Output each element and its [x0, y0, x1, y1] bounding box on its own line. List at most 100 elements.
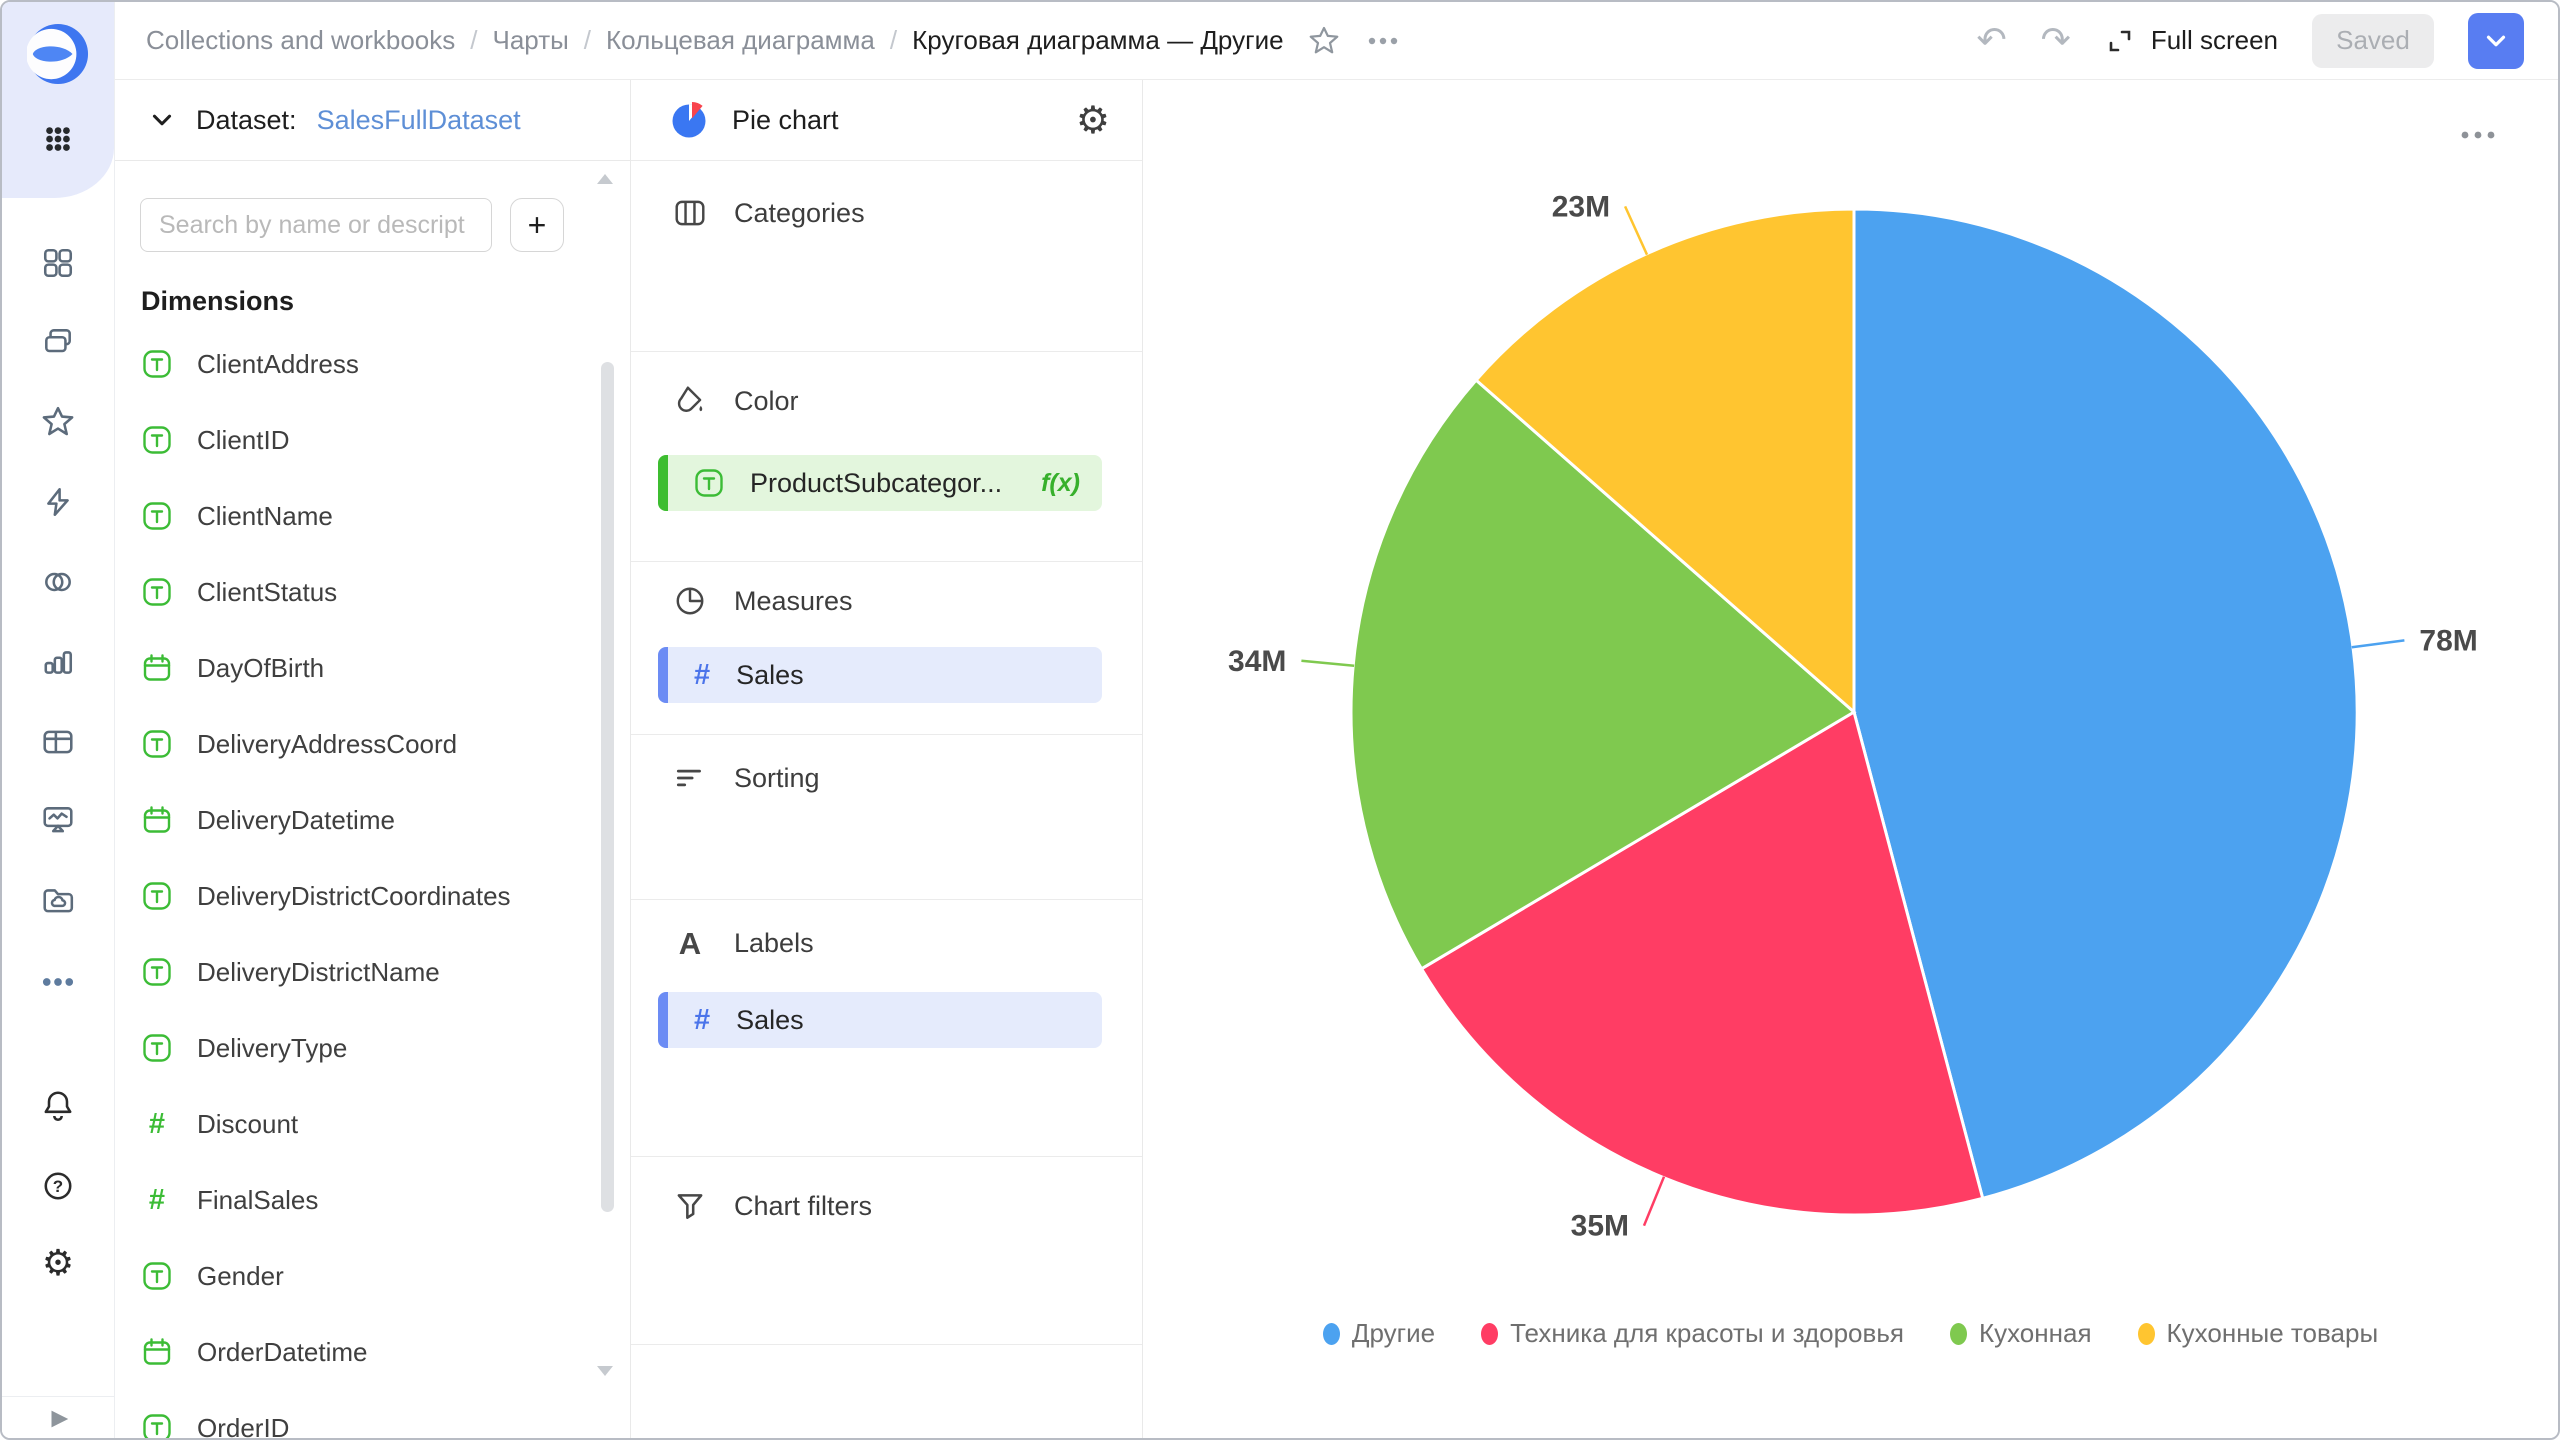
- venn-circles-icon: [45, 572, 71, 592]
- list-item[interactable]: OrderDatetime: [114, 1314, 610, 1390]
- field-name: Discount: [197, 1108, 299, 1139]
- add-field-button[interactable]: +: [510, 198, 564, 252]
- list-item[interactable]: # FinalSales: [114, 1162, 610, 1238]
- number-field-icon: #: [694, 658, 711, 691]
- section-labels-header: A Labels: [630, 900, 1142, 959]
- legend-dot: [2137, 1322, 2155, 1345]
- number-field-icon: #: [148, 1107, 166, 1140]
- field-name: ClientID: [197, 424, 290, 455]
- redo-button[interactable]: ↷: [2041, 22, 2071, 59]
- list-item[interactable]: Gender: [114, 1238, 610, 1314]
- measures-pie-icon: [672, 584, 708, 618]
- list-item[interactable]: DeliveryDatetime: [114, 782, 610, 858]
- sidebar-more-button[interactable]: [2, 952, 114, 1012]
- save-button[interactable]: Saved: [2312, 13, 2434, 68]
- field-name: DeliveryAddressCoord: [197, 728, 458, 759]
- help-button[interactable]: ?: [2, 1156, 114, 1216]
- fullscreen-button[interactable]: Full screen: [2105, 25, 2278, 56]
- date-field-icon: [143, 1338, 171, 1365]
- scrollbar-up-arrow[interactable]: [597, 174, 613, 184]
- breadcrumb-item[interactable]: Collections and workbooks: [146, 25, 455, 56]
- section-sorting[interactable]: Sorting: [630, 735, 1142, 900]
- legend-item[interactable]: Другие: [1322, 1318, 1435, 1349]
- undo-button[interactable]: ↶: [1977, 22, 2007, 59]
- string-field-icon: [143, 882, 171, 910]
- sidebar-item-charts[interactable]: [2, 632, 114, 692]
- search-input[interactable]: [140, 198, 492, 252]
- settings-button[interactable]: ⚙: [2, 1234, 114, 1294]
- more-menu-button[interactable]: [1366, 34, 1400, 48]
- section-labels[interactable]: A Labels # Sales: [630, 900, 1142, 1157]
- list-item[interactable]: ClientID: [114, 402, 610, 478]
- breadcrumb-item[interactable]: Круговая диаграмма — Другие: [912, 25, 1283, 56]
- breadcrumb-separator: /: [583, 25, 592, 55]
- list-item[interactable]: DeliveryType: [114, 1010, 610, 1086]
- string-field-icon: [143, 1034, 171, 1062]
- expand-sidebar-button[interactable]: [2, 1389, 114, 1438]
- list-item[interactable]: OrderID: [114, 1390, 610, 1438]
- sidebar-item-connections[interactable]: [2, 472, 114, 532]
- dataset-name-link[interactable]: SalesFullDataset: [317, 105, 521, 136]
- color-field-pill[interactable]: ProductSubcategor... f(x): [658, 455, 1102, 511]
- save-dropdown-button[interactable]: [2468, 12, 2524, 69]
- star-icon: [1309, 26, 1338, 53]
- pie-chart-type-icon: [672, 102, 706, 138]
- list-item[interactable]: DayOfBirth: [114, 630, 610, 706]
- list-item[interactable]: DeliveryDistrictName: [114, 934, 610, 1010]
- pie-label-leader-line: [1301, 659, 1355, 667]
- list-item[interactable]: # Discount: [114, 1086, 610, 1162]
- labels-field-pill[interactable]: # Sales: [658, 992, 1102, 1048]
- sidebar-item-favorites[interactable]: [2, 392, 114, 452]
- notifications-button[interactable]: [2, 1076, 114, 1136]
- scrollbar-down-arrow[interactable]: [597, 1366, 613, 1376]
- chart-preview-area: 78M 35M 34M 23M Другие Техника для красоты …: [1143, 80, 2558, 1438]
- chart-settings-gear-icon[interactable]: ⚙: [1076, 101, 1110, 139]
- sidebar-item-collections[interactable]: [2, 312, 114, 372]
- sidebar-item-storage[interactable]: [2, 870, 114, 930]
- pie-data-label: 23M: [1552, 190, 1610, 223]
- legend-item[interactable]: Техника для красоты и здоровья: [1481, 1318, 1904, 1349]
- sidebar-item-tables[interactable]: [2, 712, 114, 772]
- list-item[interactable]: ClientName: [114, 478, 610, 554]
- breadcrumb-item[interactable]: Кольцевая диаграмма: [606, 25, 875, 56]
- sidebar-item-datasets[interactable]: [2, 552, 114, 612]
- scrollbar-thumb[interactable]: [601, 362, 614, 1212]
- dimensions-list: ClientAddress ClientID ClientName Client…: [114, 326, 610, 1438]
- section-chart-filters[interactable]: Chart filters: [630, 1157, 1142, 1345]
- section-categories-header: Categories: [630, 160, 1142, 230]
- chevron-down-icon[interactable]: [148, 106, 176, 134]
- apps-grid-button[interactable]: [2, 109, 114, 169]
- section-label: Labels: [734, 928, 814, 958]
- section-color[interactable]: Color ProductSubcategor... f(x): [630, 352, 1142, 562]
- section-categories[interactable]: Categories: [630, 160, 1142, 352]
- section-sorting-header: Sorting: [630, 735, 1142, 795]
- section-label: Categories: [734, 197, 865, 228]
- pie-label-leader-line: [1642, 1176, 1666, 1227]
- list-item[interactable]: DeliveryDistrictCoordinates: [114, 858, 610, 934]
- field-name: DeliveryDistrictCoordinates: [197, 880, 511, 911]
- breadcrumb-item[interactable]: Чарты: [493, 25, 569, 56]
- legend-item[interactable]: Кухонные товары: [2137, 1318, 2378, 1349]
- sidebar-item-dashboards[interactable]: [2, 233, 114, 293]
- legend-label: Кухонная: [1978, 1318, 2092, 1348]
- sidebar-item-monitoring[interactable]: [2, 790, 114, 850]
- play-arrow-icon: [51, 1410, 69, 1428]
- favorite-star-button[interactable]: [1308, 25, 1340, 57]
- list-item[interactable]: ClientAddress: [114, 326, 610, 402]
- chart-legend: Другие Техника для красоты и здоровья Ку…: [1143, 1318, 2558, 1349]
- pie-data-label: 35M: [1571, 1210, 1629, 1243]
- section-measures[interactable]: Measures # Sales: [630, 562, 1142, 735]
- topbar-actions: ↶ ↷ Full screen Saved: [1977, 12, 2524, 69]
- measures-field-pill[interactable]: # Sales: [658, 647, 1102, 703]
- field-name: OrderID: [197, 1412, 290, 1439]
- svg-text:?: ?: [53, 1177, 63, 1196]
- datalens-logo-icon: [27, 23, 89, 85]
- pie-data-label: 34M: [1228, 645, 1286, 678]
- list-item[interactable]: ClientStatus: [114, 554, 610, 630]
- field-name: ClientStatus: [197, 576, 338, 607]
- chart-type-header[interactable]: Pie chart ⚙: [630, 80, 1142, 161]
- datalens-logo[interactable]: [2, 23, 114, 85]
- legend-item[interactable]: Кухонная: [1949, 1318, 2092, 1349]
- string-field-icon: [143, 426, 171, 454]
- list-item[interactable]: DeliveryAddressCoord: [114, 706, 610, 782]
